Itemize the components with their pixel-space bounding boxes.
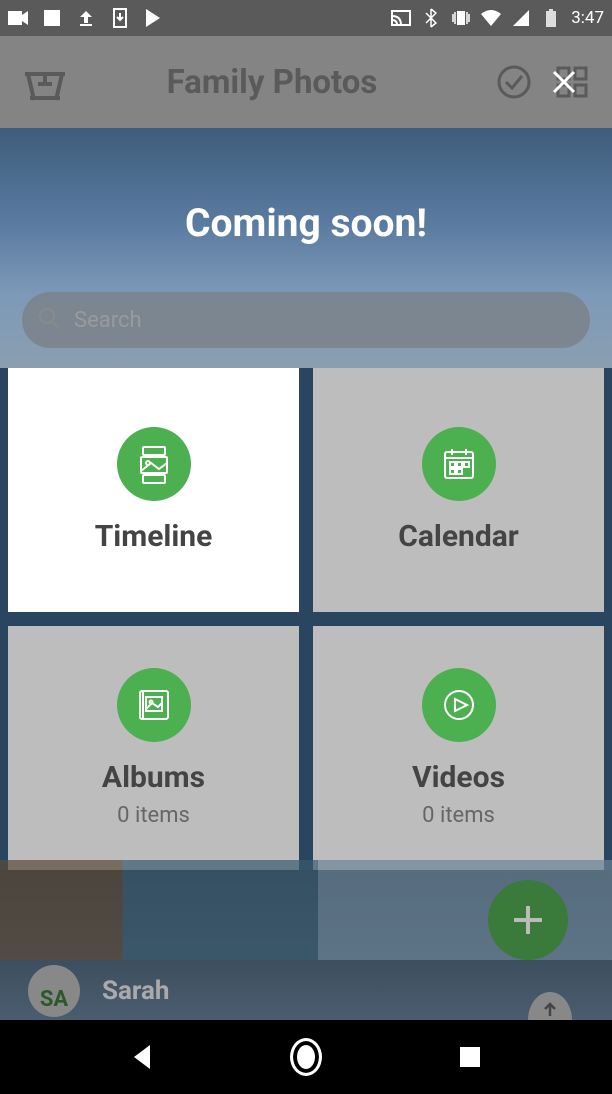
- download-phone-icon: [110, 8, 130, 28]
- photo-stack-icon: [133, 443, 175, 485]
- nav-home-button[interactable]: [290, 1041, 322, 1073]
- home-circle-icon: [290, 1038, 322, 1076]
- cast-icon: [391, 8, 411, 28]
- tile-albums-count: 0 items: [117, 803, 190, 828]
- status-time: 3:47: [571, 8, 604, 28]
- tile-albums-label: Albums: [102, 760, 205, 795]
- app-header: Family Photos: [0, 36, 612, 128]
- stop-icon: [42, 8, 62, 28]
- recent-square-icon: [458, 1045, 482, 1069]
- page-title: Family Photos: [50, 63, 494, 102]
- search-placeholder: Search: [74, 308, 142, 333]
- android-status-bar: 3:47: [0, 0, 612, 36]
- bottom-area: SA Sarah: [0, 870, 612, 1020]
- upload-arrow-icon: [76, 8, 96, 28]
- nav-back-button[interactable]: [126, 1041, 158, 1073]
- share-button[interactable]: [528, 992, 572, 1020]
- search-bar[interactable]: Search: [22, 292, 590, 348]
- tile-videos-circle: [422, 668, 496, 742]
- coming-soon-heading: Coming soon!: [185, 200, 427, 246]
- search-icon: [38, 307, 60, 333]
- status-left-icons: [8, 8, 164, 28]
- tile-calendar[interactable]: Calendar: [313, 368, 604, 612]
- tile-area: Timeline Calendar: [0, 368, 612, 870]
- user-avatar: SA: [28, 965, 80, 1017]
- tile-calendar-circle: [422, 427, 496, 501]
- tile-albums[interactable]: Albums 0 items: [8, 626, 299, 870]
- vibrate-icon: [451, 8, 471, 28]
- play-store-icon: [144, 8, 164, 28]
- nav-recent-button[interactable]: [454, 1041, 486, 1073]
- tile-grid: Timeline Calendar: [0, 368, 612, 870]
- play-circle-icon: [439, 685, 479, 725]
- user-row[interactable]: SA Sarah: [0, 962, 612, 1020]
- tile-videos-count: 0 items: [422, 803, 495, 828]
- hero-banner: Coming soon! Search: [0, 128, 612, 368]
- tile-videos-label: Videos: [412, 760, 505, 795]
- back-triangle-icon: [130, 1043, 154, 1071]
- user-name: Sarah: [102, 976, 170, 1006]
- wifi-icon: [481, 8, 501, 28]
- bluetooth-icon: [421, 8, 441, 28]
- tile-albums-circle: [117, 668, 191, 742]
- tile-timeline[interactable]: Timeline: [8, 368, 299, 612]
- cellular-signal-icon: [511, 8, 531, 28]
- status-right-icons: 3:47: [391, 8, 604, 28]
- album-icon: [134, 685, 174, 725]
- close-button[interactable]: [550, 68, 578, 100]
- calendar-icon: [439, 444, 479, 484]
- add-fab-button[interactable]: [488, 880, 568, 960]
- battery-icon: [541, 8, 561, 28]
- android-nav-bar: [0, 1020, 612, 1094]
- share-up-icon: [540, 1000, 560, 1020]
- tile-videos[interactable]: Videos 0 items: [313, 626, 604, 870]
- tile-timeline-label: Timeline: [95, 519, 213, 554]
- tile-timeline-circle: [117, 427, 191, 501]
- tile-calendar-label: Calendar: [398, 519, 519, 554]
- plus-icon: [508, 900, 548, 940]
- checkmark-button[interactable]: [494, 62, 534, 102]
- video-camera-icon: [8, 8, 28, 28]
